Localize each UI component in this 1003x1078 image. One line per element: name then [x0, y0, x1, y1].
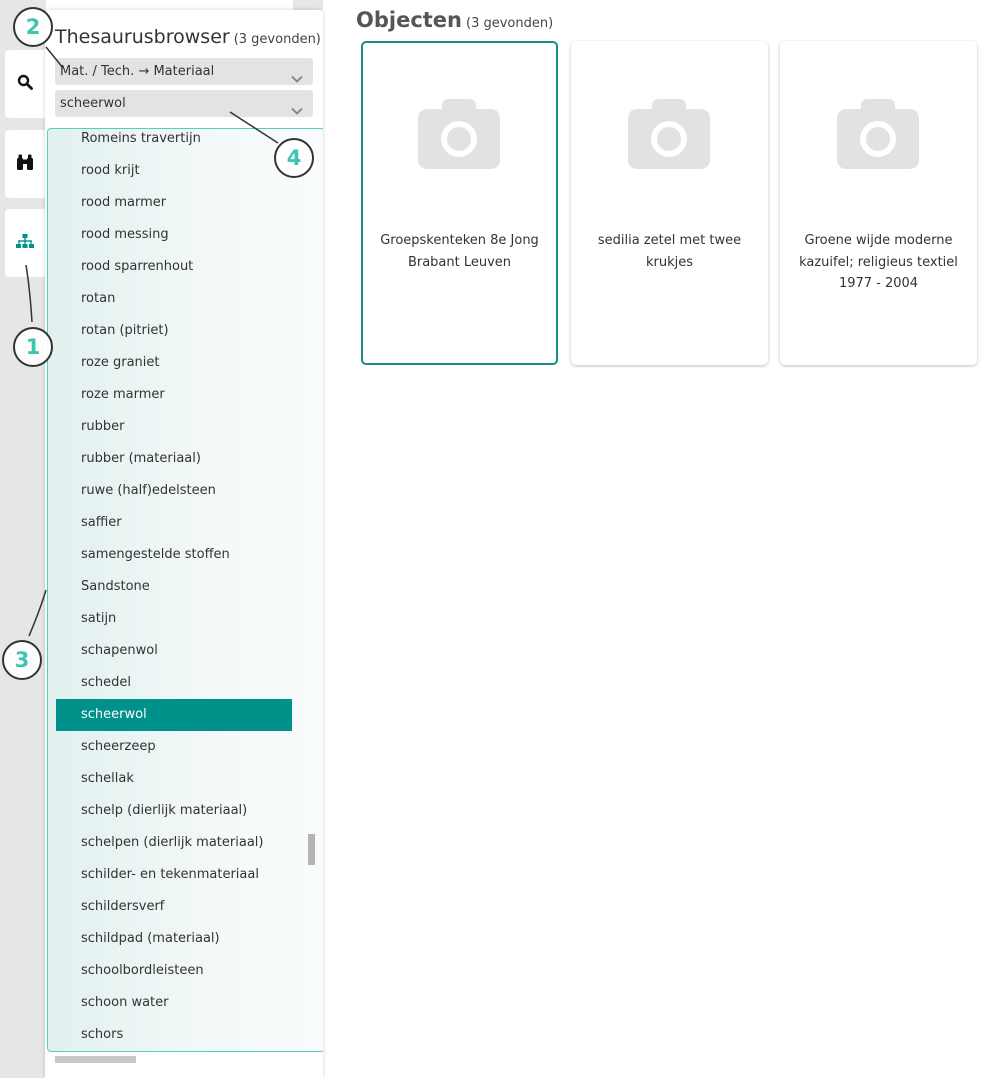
object-card[interactable]: Groene wijde moderne kazuifel; religieus… [780, 41, 977, 365]
camera-icon [628, 99, 710, 173]
object-card[interactable]: Groepskenteken 8e Jong Brabant Leuven [361, 41, 558, 365]
object-card-caption: sedilia zetel met twee krukjes [597, 233, 742, 270]
object-card-caption: Groene wijde moderne kazuifel; religieus… [799, 233, 958, 291]
objects-title: Objecten [356, 8, 463, 32]
object-card[interactable]: sedilia zetel met twee krukjes [571, 41, 768, 365]
callout-3: 3 [2, 640, 42, 680]
object-card-caption: Groepskenteken 8e Jong Brabant Leuven [380, 233, 539, 270]
objects-heading: Objecten (3 gevonden) [356, 8, 553, 32]
callout-1: 1 [13, 327, 53, 367]
callout-4: 4 [274, 138, 314, 178]
camera-icon [837, 99, 919, 173]
callout-2: 2 [13, 7, 53, 47]
camera-icon [418, 99, 500, 173]
objects-result-count: (3 gevonden) [466, 16, 554, 31]
